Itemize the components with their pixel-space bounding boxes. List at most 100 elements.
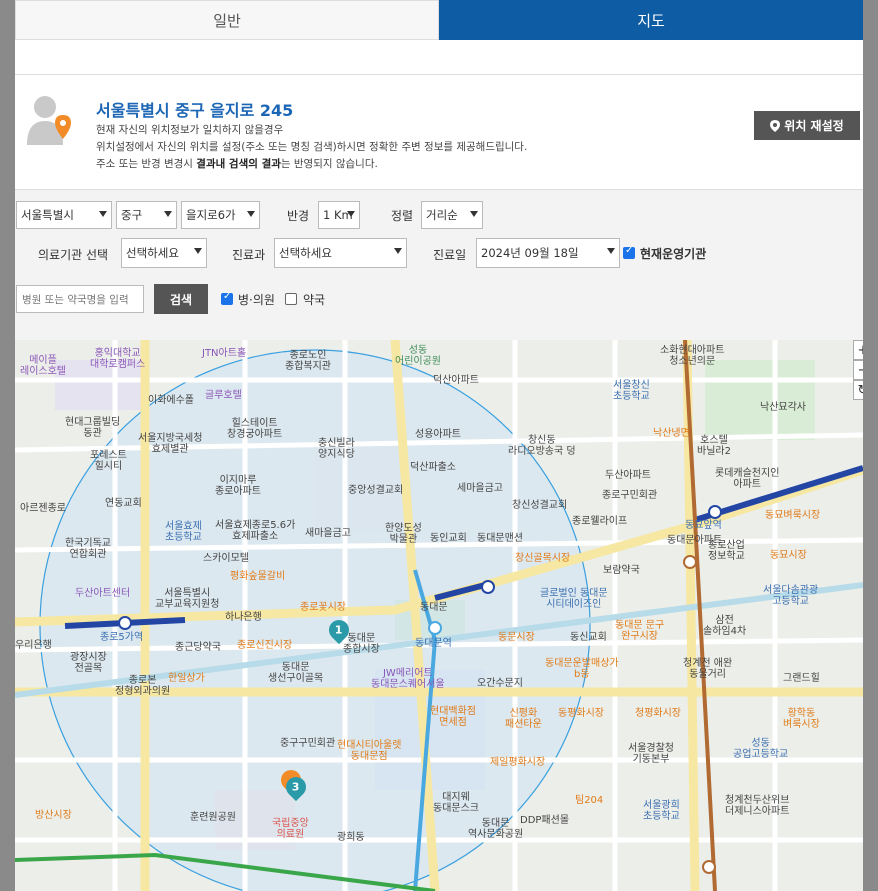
popup-panel: 일반 지도 서울특별시 중구 을지로 245 현재 자신의 위치정보가 일치하지… [15, 0, 863, 891]
map-label: 동대문 [420, 602, 448, 613]
pharmacy-checkbox[interactable] [285, 293, 297, 305]
map-label: 두산아트센터 [75, 588, 131, 599]
hospital-label: 병·의원 [238, 293, 275, 307]
map-label: 힐스테이트 창경궁아파트 [227, 418, 283, 440]
hospital-checkbox[interactable] [221, 291, 233, 305]
map-label: 동문시장 [498, 632, 535, 643]
filter-area: 서울특별시 중구 을지로6가 반경 1 Km 정렬 거리순 의료기관 선택 선택… [15, 190, 863, 340]
department-select[interactable]: 선택하세요 [274, 238, 407, 268]
sido-value: 서울특별시 [21, 208, 74, 222]
map-label: 제일평화시장 [490, 757, 546, 768]
desc-line-2: 위치설정에서 자신의 위치를 설정(주소 또는 명칭 검색)하시면 정확한 주변… [96, 141, 528, 153]
map-label: 호스텔 바닐라2 [697, 435, 731, 457]
facility-type-select[interactable]: 선택하세요 [121, 238, 207, 268]
map-label: 종근당약국 [175, 642, 221, 653]
map-label: 새마을금고 [305, 528, 351, 539]
tab-map[interactable]: 지도 [439, 0, 863, 40]
radius-label: 반경 [287, 209, 310, 223]
date-select[interactable]: 2024년 09월 18일 [476, 238, 620, 268]
operating-label: 현재운영기관 [640, 247, 707, 261]
map-label: 대지웨 동대문스크 [433, 792, 479, 814]
pharmacy-label: 약국 [303, 293, 326, 307]
map-label: 방산시장 [35, 810, 72, 821]
map-label: 포레스트 힐시티 [90, 450, 127, 472]
map-label: 신평화 패션타운 [505, 708, 542, 730]
reset-location-button[interactable]: 위치 재설정 [754, 111, 860, 140]
map-label: 서울특별시 교부교육지원청 [155, 588, 220, 610]
overlay-edge-right [863, 0, 878, 891]
map-label: 낙산묘각사 [760, 402, 806, 413]
map-label: 황학동 벼룩시장 [783, 708, 820, 730]
map-label: 서울경찰청 기동본부 [628, 743, 674, 765]
map-label: 훈련원공원 [190, 812, 236, 823]
map-label: 종로신진시장 [237, 640, 293, 651]
map-label: 창신동 라디오방송국 덩 [508, 435, 576, 457]
map-label: 종로웰라이프 [572, 516, 628, 527]
desc-line-3: 주소 또는 반경 변경시 결과내 검색의 결과는 반영되지 않습니다. [96, 156, 527, 173]
dong-select[interactable]: 을지로6가 [181, 201, 260, 229]
map-label: 롯데캐슬천지인 아파트 [715, 468, 780, 490]
zoom-out-button[interactable]: − [853, 360, 863, 380]
map-label: 동신교회 [570, 632, 607, 643]
date-label: 진료일 [433, 248, 467, 262]
zoom-in-button[interactable]: + [853, 340, 863, 360]
map-label: 현대시티아울렛 동대문점 [337, 740, 402, 762]
radius-select[interactable]: 1 Km [318, 201, 360, 229]
map-label: 서울광희 초등학교 [643, 800, 680, 822]
desc-line-1: 현재 자신의 위치정보가 일치하지 않을경우 [96, 124, 284, 136]
map-label: 서울효제종로5.6가 효제파출소 [215, 520, 296, 542]
search-button[interactable]: 검색 [154, 284, 208, 314]
map-label: 동대문 역사문화공원 [468, 818, 524, 840]
map-label: 동대문맨션 [477, 533, 523, 544]
sort-value: 거리순 [426, 208, 458, 222]
current-address: 서울특별시 중구 을지로 245 [96, 101, 294, 120]
map-label: 중앙성결교회 [348, 485, 404, 496]
map-label: 중구구민회관 [280, 738, 336, 749]
sort-select[interactable]: 거리순 [421, 201, 483, 229]
map-label: 동대문역 [415, 638, 452, 649]
date-value: 2024년 09월 18일 [481, 246, 579, 260]
map-label: JW메리어트 동대문스퀘어서울 [371, 668, 445, 690]
map-label: 성동 공업고등학교 [733, 738, 789, 760]
sigungu-select[interactable]: 중구 [116, 201, 177, 229]
sido-select[interactable]: 서울특별시 [16, 201, 112, 229]
operating-checkbox[interactable] [623, 245, 635, 259]
map-label: 동대문 생선구이골목 [268, 662, 324, 684]
tab-general[interactable]: 일반 [15, 0, 439, 40]
chevron-down-icon [194, 248, 202, 254]
map-label: 종로산업 정보학교 [708, 540, 745, 562]
map-label: 성용아파트 [415, 429, 461, 440]
tab-bar: 일반 지도 [15, 0, 863, 40]
facility-type-label: 의료기관 선택 [38, 248, 109, 262]
location-box: 서울특별시 중구 을지로 245 현재 자신의 위치정보가 일치하지 않을경우 … [15, 74, 863, 190]
map-label: 한국기독교 연합회관 [65, 538, 111, 560]
map-label: 세마을금고 [457, 483, 503, 494]
desc-line-3-bold: 결과내 검색의 결과 [196, 158, 281, 170]
map-label: 글로벌인 동대문 시티데이즈인 [540, 588, 608, 610]
map-label: 연동교회 [105, 498, 142, 509]
location-pin-icon [770, 119, 781, 132]
reset-location-label: 위치 재설정 [784, 119, 844, 133]
map-label: 글루호텔 [205, 390, 242, 401]
map-label: 광희동 [337, 832, 365, 843]
map-label: 팀204 [575, 795, 604, 806]
map-label: 청계천두산위브 더제니스아파트 [725, 795, 790, 817]
map-label: 동대문운발매상가 b동 [545, 658, 619, 680]
chevron-down-icon [470, 211, 478, 217]
map-label: 동평화시장 [558, 708, 604, 719]
search-input[interactable]: 병원 또는 약국명을 입력 [16, 285, 144, 313]
map-view[interactable]: 종로노인 종합복지관 성동 어린이공원 덕산아파트 소화현대아파트 청소년의문 … [15, 340, 863, 891]
map-label: 현대백화점 면세점 [430, 706, 476, 728]
map-label: 서울효제 초등학교 [165, 521, 202, 543]
map-reset-button[interactable]: ↻ [853, 380, 863, 400]
map-label: 우리은행 [15, 640, 52, 651]
map-label: 보람약국 [603, 565, 640, 576]
map-label: 서울창신 초등학교 [613, 380, 650, 402]
map-marker-number: 1 [334, 623, 343, 637]
department-value: 선택하세요 [279, 246, 332, 260]
map-label: 동묘시장 [770, 550, 807, 561]
map-label: 낙산냉면 [653, 428, 690, 439]
map-label: 종로본 정형외과의원 [115, 675, 171, 697]
map-label: 두산아파트 [605, 470, 651, 481]
map-label: DDP패션몰 [520, 815, 570, 826]
